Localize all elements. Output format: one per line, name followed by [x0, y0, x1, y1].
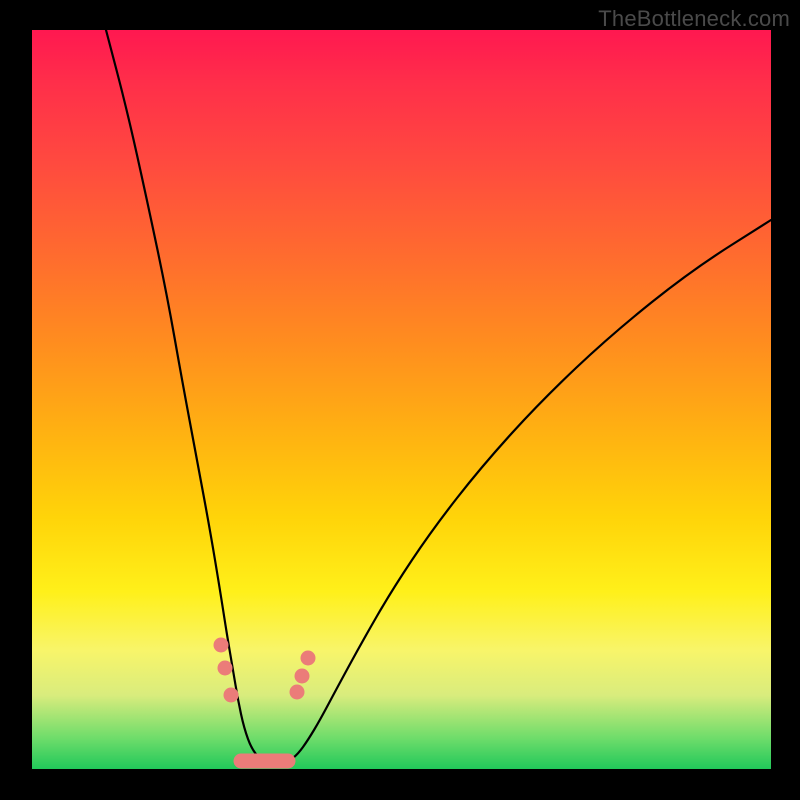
plot-area [32, 30, 771, 769]
marker-dot [301, 651, 316, 666]
bottleneck-curve [106, 30, 771, 764]
marker-dot [214, 638, 229, 653]
marker-dot [224, 688, 239, 703]
marker-dot [295, 669, 310, 684]
markers-right-limb [290, 651, 316, 700]
watermark-text: TheBottleneck.com [598, 6, 790, 32]
marker-dot [218, 661, 233, 676]
markers-left-limb [214, 638, 239, 703]
chart-frame: TheBottleneck.com [0, 0, 800, 800]
curve-layer [32, 30, 771, 769]
marker-dot [290, 685, 305, 700]
